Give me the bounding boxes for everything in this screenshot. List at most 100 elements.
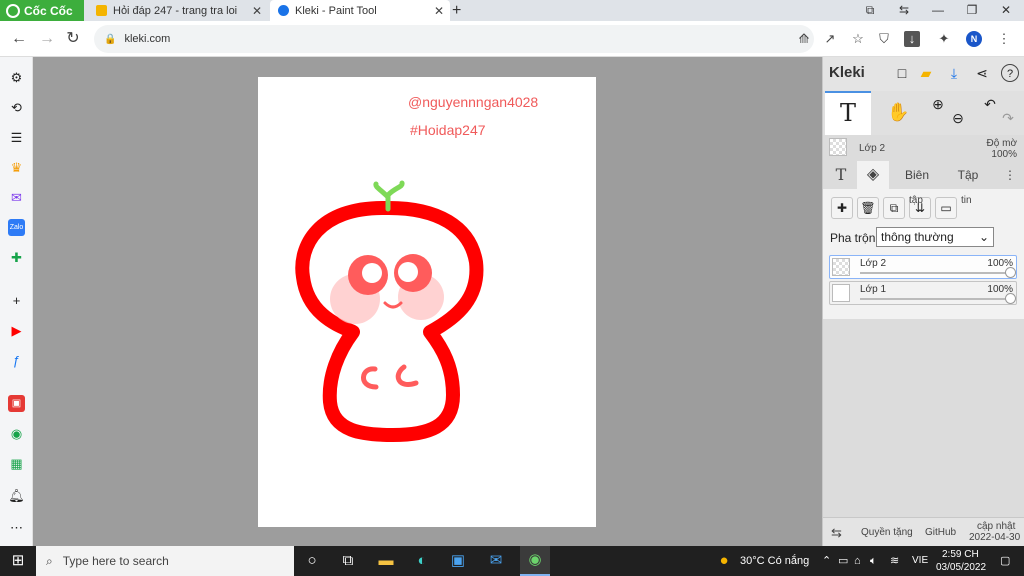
blend-mode-select[interactable]: thông thường ⌄ [876,227,994,247]
edge-icon[interactable]: ◐ [412,551,432,571]
address-bar[interactable]: 🔒 kleki.com [94,25,814,53]
tab-search-icon[interactable]: ⧉ [860,0,880,21]
search-placeholder: Type here to search [62,554,169,568]
tab-hoidap[interactable]: Hỏi đáp 247 - trang tra loi ✕ [88,0,268,21]
close-window-button[interactable]: ✕ [996,0,1016,21]
add-icon[interactable]: + [8,292,25,309]
text-tool-button[interactable]: T [825,91,871,135]
clock-date[interactable]: 03/05/2022 [936,562,986,573]
taskbar-search[interactable]: ⌕ Type here to search [36,546,294,576]
eye-left-highlight [362,263,382,283]
close-tab-icon[interactable]: ✕ [434,4,444,18]
help-icon[interactable]: ? [1001,64,1019,82]
hand-tool-icon[interactable]: ✋ [887,103,909,121]
tray-chevron-icon[interactable]: ⌃ [822,546,831,576]
extensions-icon[interactable]: ✦ [936,31,952,47]
opacity-value: 100% [991,149,1017,160]
duplicate-layer-icon[interactable]: ⧉ [883,197,905,219]
opacity-label: Độ mờ [986,138,1017,149]
store-icon[interactable]: ▣ [448,551,468,571]
layer-item[interactable]: Lớp 1 100% [829,281,1017,305]
zalo-icon[interactable]: Zalo [8,219,25,236]
kleki-favicon-icon [278,5,289,16]
hoidap-favicon-icon [96,5,107,16]
tab-file[interactable]: Tập [951,161,985,189]
panel-more-icon[interactable]: ⋮ [1001,161,1019,189]
network-icon[interactable]: ⌂ [854,546,861,576]
tab-title: Kleki - Paint Tool [295,4,377,17]
notification-icon[interactable]: ▢ [1000,546,1010,576]
forward-button[interactable]: → [38,30,56,48]
language-indicator[interactable]: VIE [912,546,928,576]
tab-kleki[interactable]: Kleki - Paint Tool ✕ [270,0,450,21]
coccoc-logo-icon [6,3,20,18]
reload-button[interactable]: ↻ [64,30,82,48]
copyright-link[interactable]: Quyền tặng [861,527,913,538]
translate-icon[interactable]: ⟰ [796,31,812,47]
wifi-icon[interactable]: ≋ [890,546,899,576]
youtube-icon[interactable]: ▶ [8,322,25,339]
add-layer-icon[interactable]: ✚ [831,197,853,219]
weather-text[interactable]: 30°C Có nắng [740,546,809,576]
restore-button[interactable]: ❐ [962,0,982,21]
layer-opacity-slider[interactable] [860,293,1016,304]
list-icon[interactable]: ☰ [8,129,25,146]
battery-icon[interactable]: ▭ [838,546,848,576]
undo-icon[interactable]: ↶ [981,95,999,113]
crown-icon[interactable]: ♛ [8,159,25,176]
app-icon[interactable]: ▣ [8,395,25,412]
open-folder-icon[interactable]: ▰ [917,64,935,82]
cortana-icon[interactable]: ○ [302,551,322,571]
slider-knob[interactable] [1005,293,1016,304]
more-icon[interactable]: ⋯ [8,519,25,536]
download-icon[interactable]: ↓ [904,31,920,47]
panel-tabs: T ◈ Biên Tập ⋮ [823,161,1024,189]
tab-edit[interactable]: Biên [897,161,937,189]
slider-knob[interactable] [1005,267,1016,278]
sheet-icon[interactable]: ▦ [8,455,25,472]
drawing-canvas[interactable]: @nguyennngan4028 #Hoidap247 [258,77,596,527]
back-button[interactable]: ← [10,30,28,48]
chat-icon[interactable]: ◉ [8,425,25,442]
close-tab-icon[interactable]: ✕ [252,4,262,18]
delete-layer-icon[interactable]: 🗑︎ [857,197,879,219]
bookmark-star-icon[interactable]: ☆ [850,31,866,47]
volume-icon[interactable]: 🔈︎ [870,546,877,576]
zoom-in-icon[interactable]: ⊕ [929,95,947,113]
share-icon[interactable]: ⋖ [973,64,991,82]
facebook-icon[interactable]: ƒ [8,352,25,369]
blend-mode-value: thông thường [881,230,954,244]
swap-icon[interactable]: ⇆ [831,525,842,541]
mail-icon[interactable]: ✉ [486,551,506,571]
menu-dots-icon[interactable]: ⋮ [996,31,1012,47]
new-tab-button[interactable]: + [452,0,461,21]
save-download-icon[interactable]: ⤓ [945,64,963,82]
tab-layers-icon[interactable]: ◈ [857,161,889,189]
layer-item[interactable]: Lớp 2 100% [829,255,1017,279]
game-icon[interactable]: ✚ [8,249,25,266]
history-icon[interactable]: ⟲ [8,99,25,116]
shield-icon[interactable]: ⛉ [876,31,892,47]
redo-icon[interactable]: ↷ [999,109,1017,127]
rename-layer-icon[interactable]: ▭ [935,197,957,219]
share-icon[interactable]: ↗ [822,31,838,47]
layer-opacity-slider[interactable] [860,267,1016,278]
bell-icon[interactable]: 🔔︎ [8,487,25,504]
back-forward-icon[interactable]: ⇆ [894,0,914,21]
file-explorer-icon[interactable]: ▬ [376,551,396,571]
coccoc-menu-button[interactable]: Cốc Cốc [0,0,84,21]
github-link[interactable]: GitHub [925,527,956,538]
url-text: kleki.com [124,33,171,45]
zoom-out-icon[interactable]: ⊖ [949,109,967,127]
tab-text-icon[interactable]: T [827,161,855,189]
clock-time[interactable]: 2:59 CH [942,549,979,560]
coccoc-taskbar-icon[interactable]: ◉ [520,546,550,576]
messenger-icon[interactable]: ✉ [8,189,25,206]
task-view-icon[interactable]: ⧉ [338,551,358,571]
settings-icon[interactable]: ⚙ [8,69,25,86]
profile-avatar[interactable]: N [966,31,982,47]
new-image-icon[interactable]: □ [893,64,911,82]
minimize-button[interactable]: — [928,0,948,21]
arm-left [361,366,379,390]
windows-start-icon[interactable]: ⊞ [8,551,28,571]
